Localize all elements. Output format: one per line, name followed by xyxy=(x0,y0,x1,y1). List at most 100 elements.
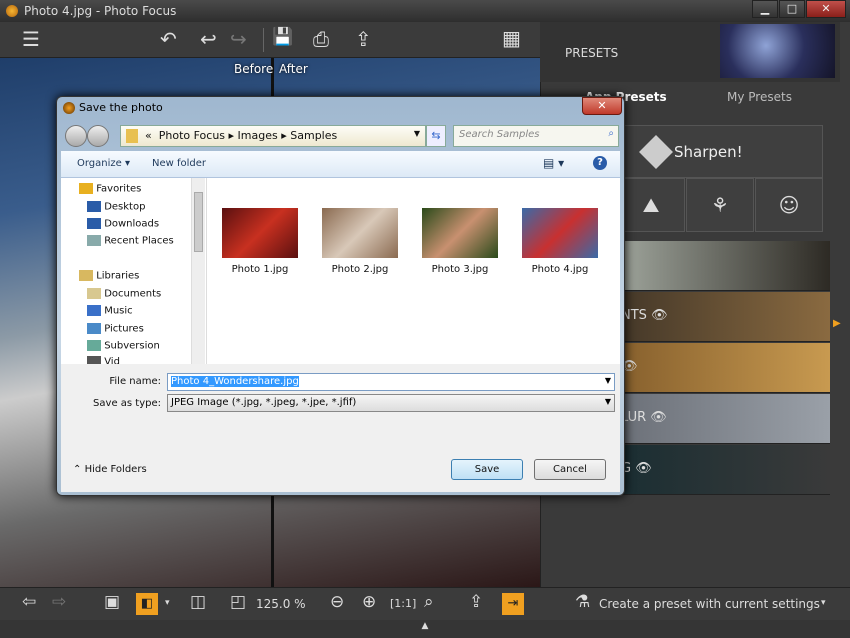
nav-item[interactable]: Pictures xyxy=(87,323,144,335)
dialog-close-button[interactable]: ✕ xyxy=(582,97,622,115)
nav-item[interactable]: Recent Places xyxy=(87,235,174,247)
help-icon[interactable]: ? xyxy=(593,156,607,170)
breadcrumb-images[interactable]: Images xyxy=(238,129,278,142)
file-name[interactable]: Photo 1.jpg xyxy=(215,264,305,275)
nav-item[interactable]: Downloads xyxy=(87,218,159,230)
hide-folders-button[interactable]: ⌃ Hide Folders xyxy=(73,464,147,475)
zoom-out-icon[interactable]: ⊖ xyxy=(330,592,344,612)
preset-dropdown-icon[interactable]: ▾ xyxy=(821,598,826,608)
save-icon[interactable]: 💾 xyxy=(272,27,293,47)
nav-item-icon xyxy=(87,305,101,316)
redo-icon[interactable]: ↪ xyxy=(230,27,247,51)
command-bar: Organize ▾ New folder ▤ ▾ ? xyxy=(61,151,620,178)
before-label: Before xyxy=(234,62,274,76)
filmstrip-toggle[interactable]: ▲ xyxy=(0,620,850,638)
file-thumbnail[interactable] xyxy=(222,208,298,258)
file-thumbnail[interactable] xyxy=(322,208,398,258)
title-bar: Photo 4.jpg - Photo Focus xyxy=(0,0,850,22)
save-type-label: Save as type: xyxy=(93,398,161,409)
single-view-icon[interactable]: ▣ xyxy=(104,592,120,612)
nav-item-icon xyxy=(79,270,93,281)
dialog-icon xyxy=(63,102,75,114)
file-name[interactable]: Photo 2.jpg xyxy=(315,264,405,275)
nav-item[interactable]: Libraries xyxy=(79,270,139,282)
toolbar xyxy=(0,22,540,58)
breadcrumb-samples[interactable]: Samples xyxy=(290,129,337,142)
new-folder-button[interactable]: New folder xyxy=(152,158,206,169)
flask-icon: ⚗ xyxy=(575,592,591,612)
file-list: Photo 1.jpg Photo 2.jpg Photo 3.jpg Photo 4… xyxy=(207,178,620,364)
nav-item[interactable]: Favorites xyxy=(79,183,141,195)
file-name[interactable]: Photo 3.jpg xyxy=(415,264,505,275)
fit-icon[interactable]: ◰ xyxy=(230,592,246,612)
search-icon: ⌕ xyxy=(608,128,614,139)
flower-icon[interactable]: ⚘ xyxy=(686,178,754,232)
sharpen-label: Sharpen! xyxy=(674,143,743,161)
nav-item[interactable]: Desktop xyxy=(87,201,145,213)
undo-icon[interactable]: ↩ xyxy=(200,27,217,51)
forward-button[interactable] xyxy=(87,125,109,147)
create-preset-button[interactable]: Create a preset with current settings xyxy=(599,597,820,611)
back-button[interactable] xyxy=(65,125,87,147)
maximize-button[interactable]: □ xyxy=(779,0,805,18)
address-dropdown-icon[interactable]: ▼ xyxy=(414,129,420,138)
presets-title: PRESETS xyxy=(565,46,619,60)
nav-item[interactable]: Documents xyxy=(87,288,161,300)
window-title: Photo 4.jpg - Photo Focus xyxy=(24,4,177,18)
zoom-level[interactable]: 125.0 % xyxy=(256,597,306,611)
panel-toggle-icon[interactable]: ⇥ xyxy=(502,593,524,615)
cancel-button[interactable]: Cancel xyxy=(534,459,606,480)
nav-item-icon xyxy=(87,218,101,229)
eye-icon[interactable]: 👁 xyxy=(650,410,667,425)
menu-icon[interactable]: ☰ xyxy=(22,27,40,51)
zoom-in-icon[interactable]: ⊕ xyxy=(362,592,376,612)
save-dialog: Save the photo ✕ « Photo Focus ▸ Images … xyxy=(56,96,625,496)
view-dropdown-icon[interactable]: ▾ xyxy=(165,598,170,608)
dialog-title: Save the photo xyxy=(79,101,163,114)
eye-icon[interactable]: 👁 xyxy=(651,308,668,323)
navigation-pane: Favorites Desktop Downloads Recent Place… xyxy=(61,178,207,368)
previous-icon[interactable]: ⇦ xyxy=(22,592,36,612)
refresh-icon[interactable]: ⇆ xyxy=(426,125,446,147)
minimize-button[interactable]: ▁ xyxy=(752,0,778,18)
expand-arrow-icon[interactable]: ▶ xyxy=(833,318,841,329)
share-icon[interactable]: ⇪ xyxy=(355,27,372,51)
nav-item-icon xyxy=(87,323,101,334)
compare-icon[interactable]: ◫ xyxy=(190,592,206,612)
search-input[interactable]: Search Samples ⌕ xyxy=(453,125,619,147)
file-name-label: File name: xyxy=(109,376,161,387)
lamp-image xyxy=(720,24,835,78)
nav-item[interactable]: Music xyxy=(87,305,133,317)
nav-item-icon xyxy=(87,235,101,246)
file-thumbnail[interactable] xyxy=(522,208,598,258)
file-name[interactable]: Photo 4.jpg xyxy=(515,264,605,275)
next-icon[interactable]: ⇨ xyxy=(52,592,66,612)
tab-my-presets[interactable]: My Presets xyxy=(727,90,792,104)
actual-size-button[interactable]: [1:1] xyxy=(390,597,416,610)
print-icon[interactable]: ⎙ xyxy=(313,27,329,51)
file-thumbnail[interactable] xyxy=(422,208,498,258)
nav-item-icon xyxy=(87,201,101,212)
organize-button[interactable]: Organize ▾ xyxy=(77,158,130,169)
nav-item-icon xyxy=(87,340,101,351)
zoom-fit-icon[interactable]: ⌕ xyxy=(424,592,434,612)
address-bar[interactable]: « Photo Focus ▸ Images ▸ Samples ▼ xyxy=(120,125,426,147)
export-icon[interactable]: ⇪ xyxy=(469,592,483,612)
close-button[interactable]: ✕ xyxy=(806,0,846,18)
portrait-icon[interactable]: ☺ xyxy=(755,178,823,232)
view-options-icon[interactable]: ▤ ▾ xyxy=(543,156,564,170)
nav-item-icon xyxy=(87,288,101,299)
landscape-icon[interactable]: ⛰ xyxy=(617,178,685,232)
folder-icon xyxy=(126,129,138,143)
undo-all-icon[interactable]: ↶ xyxy=(160,27,177,51)
grid-icon[interactable]: ▦ xyxy=(502,26,521,50)
eye-icon[interactable]: 👁 xyxy=(635,461,652,476)
save-button[interactable]: Save xyxy=(451,459,523,480)
save-options: File name: Photo 4_Wondershare.jpg ▼ Save… xyxy=(61,364,620,492)
nav-item[interactable]: Subversion xyxy=(87,340,160,352)
file-name-input[interactable]: Photo 4_Wondershare.jpg ▼ xyxy=(167,373,615,391)
save-type-select[interactable]: JPEG Image (*.jpg, *.jpeg, *.jpe, *.jfif… xyxy=(167,394,615,412)
breadcrumb-photo-focus[interactable]: Photo Focus xyxy=(159,129,225,142)
split-view-icon[interactable]: ◧ xyxy=(136,593,158,615)
nav-scrollbar[interactable] xyxy=(191,178,205,364)
